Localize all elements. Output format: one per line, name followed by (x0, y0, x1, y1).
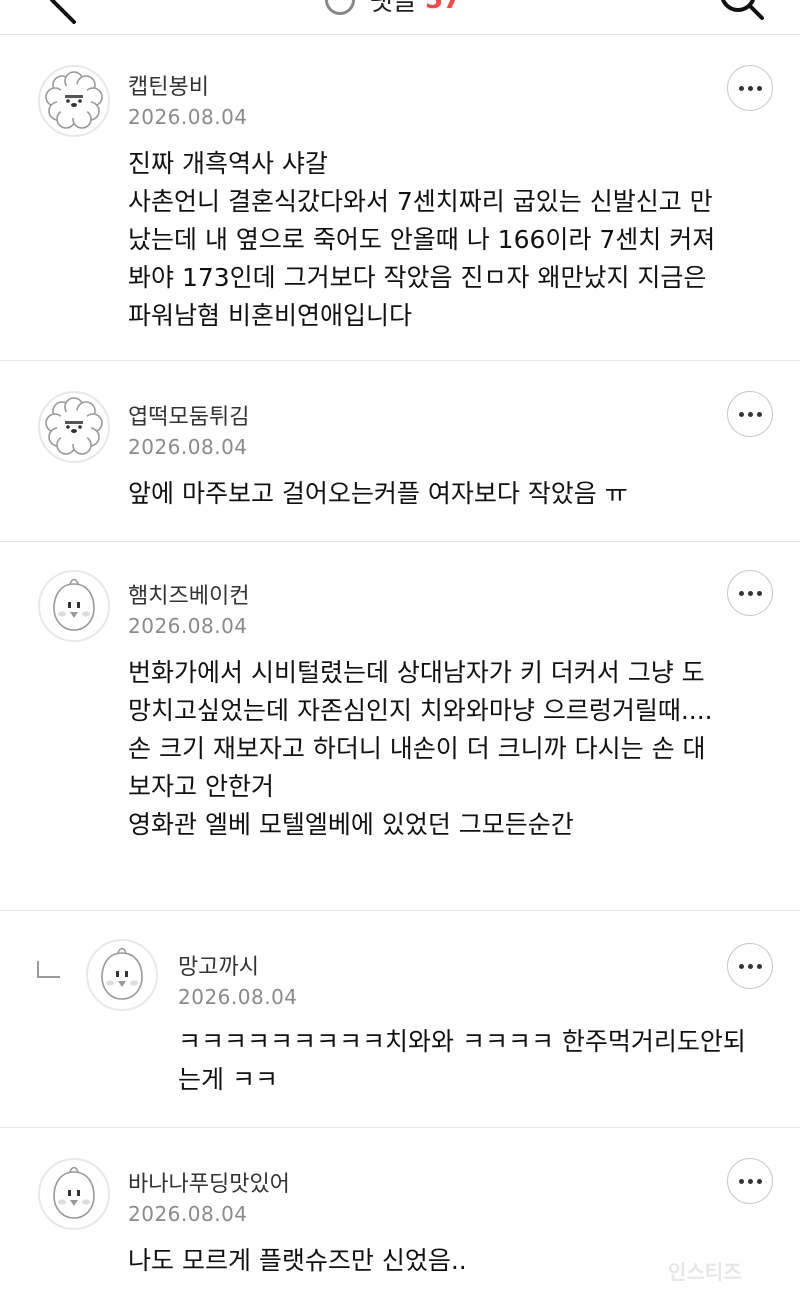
top-bar: 댓글 57 (0, 0, 800, 35)
comment-text: 앞에 마주보고 걸어오는커플 여자보다 작았음 ㅠ (128, 479, 628, 508)
comment-username[interactable]: 바나나푸딩맛있어 (128, 1166, 290, 1198)
poodle-avatar[interactable] (38, 65, 110, 137)
comment-date: 2026.08.04 (128, 1202, 248, 1226)
bird-avatar[interactable] (86, 939, 158, 1011)
more-options-button[interactable] (727, 570, 773, 616)
watermark: 인스티즈 (668, 1260, 742, 1284)
comment-text: 번화가에서 시비털렸는데 상대남자가 키 더커서 그냥 도 망치고싶었는데 자존… (128, 658, 713, 839)
more-options-button[interactable] (727, 65, 773, 111)
comment-date: 2026.08.04 (178, 985, 298, 1009)
comment-username[interactable]: 망고까시 (178, 949, 259, 981)
comment-text: ㅋㅋㅋㅋㅋㅋㅋㅋㅋ치와와 ㅋㅋㅋㅋ 한주먹거리도안되 는게 ㅋㅋ (178, 1027, 746, 1094)
more-options-button[interactable] (727, 391, 773, 437)
bird-avatar[interactable] (38, 1158, 110, 1230)
comment-date: 2026.08.04 (128, 614, 248, 638)
comment-date: 2026.08.04 (128, 105, 248, 129)
comment-count: 57 (425, 0, 461, 15)
comment-icon (325, 0, 355, 15)
more-options-button[interactable] (727, 943, 773, 989)
comment-username[interactable]: 캡틴봉비 (128, 69, 209, 101)
comment-item: 햄치즈베이컨 2026.08.04 번화가에서 시비털렸는데 상대남자가 키 더… (0, 542, 800, 911)
header-title-text: 댓글 (369, 0, 417, 17)
bird-avatar[interactable] (38, 570, 110, 642)
comment-item: 캡틴봉비 2026.08.04 진짜 개흑역사 샤갈 사촌언니 결혼식갔다와서 … (0, 35, 800, 361)
more-options-button[interactable] (727, 1158, 773, 1204)
search-icon[interactable] (718, 0, 768, 30)
reply-arrow-icon (37, 961, 60, 978)
comment-username[interactable]: 햄치즈베이컨 (128, 578, 249, 610)
comment-text: 진짜 개흑역사 샤갈 사촌언니 결혼식갔다와서 7센치짜리 굽있는 신발신고 만… (128, 149, 716, 330)
back-arrow-icon[interactable] (44, 0, 84, 28)
comment-item: 엽떡모둠튀김 2026.08.04 앞에 마주보고 걸어오는커플 여자보다 작았… (0, 361, 800, 542)
comment-text: 나도 모르게 플랫슈즈만 신었음.. (128, 1246, 467, 1275)
reply-item: 망고까시 2026.08.04 ㅋㅋㅋㅋㅋㅋㅋㅋㅋ치와와 ㅋㅋㅋㅋ 한주먹거리도… (0, 911, 800, 1128)
header-title: 댓글 57 (325, 0, 461, 18)
comment-username[interactable]: 엽떡모둠튀김 (128, 399, 249, 431)
comment-date: 2026.08.04 (128, 435, 248, 459)
poodle-avatar[interactable] (38, 391, 110, 463)
